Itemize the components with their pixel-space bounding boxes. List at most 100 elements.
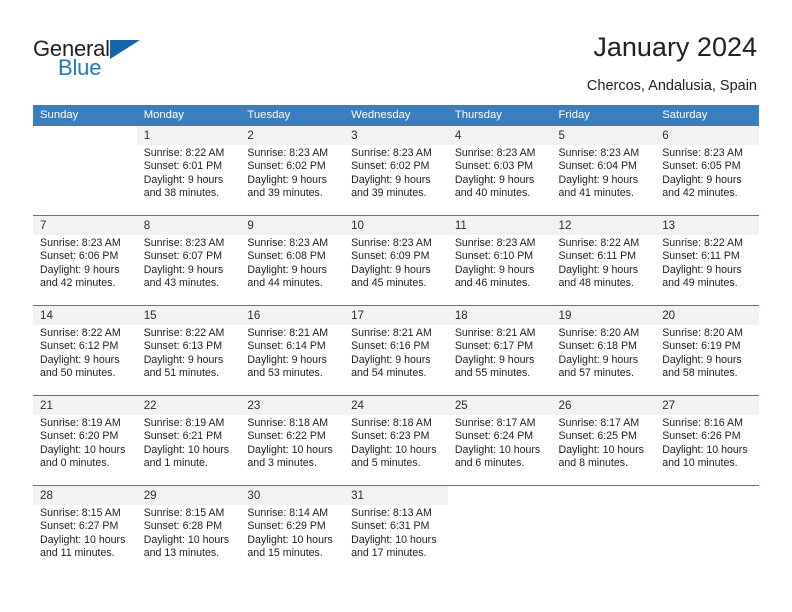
calendar-day-cell[interactable]: 31 Sunrise: 8:13 AM Sunset: 6:31 PM Dayligh… bbox=[344, 486, 448, 575]
day-details: Sunrise: 8:15 AM Sunset: 6:27 PM Daylight:… bbox=[40, 507, 137, 561]
sunset-text: Sunset: 6:02 PM bbox=[351, 160, 430, 173]
sunrise-text: Sunrise: 8:23 AM bbox=[454, 147, 536, 159]
day-details: Sunrise: 8:22 AM Sunset: 6:12 PM Daylight:… bbox=[40, 327, 137, 381]
calendar-day-cell[interactable]: 20 Sunrise: 8:20 AM Sunset: 6:19 PM Dayligh… bbox=[655, 306, 759, 395]
calendar-day-cell[interactable]: 1 Sunrise: 8:22 AM Sunset: 6:01 PM Daylight… bbox=[136, 126, 241, 215]
day-details: Sunrise: 8:19 AM Sunset: 6:21 PM Daylight:… bbox=[144, 417, 241, 471]
day-number-band bbox=[240, 126, 345, 145]
calendar-day-cell[interactable]: 10 Sunrise: 8:23 AM Sunset: 6:09 PM Dayligh… bbox=[344, 216, 448, 305]
calendar-day-cell[interactable]: 13 Sunrise: 8:22 AM Sunset: 6:11 PM Dayligh… bbox=[655, 216, 759, 305]
calendar-day-cell[interactable]: 4 Sunrise: 8:23 AM Sunset: 6:03 PM Daylight… bbox=[447, 126, 552, 215]
sunset-text: Sunset: 6:19 PM bbox=[662, 340, 741, 353]
daylight-text-line2: and 17 minutes. bbox=[351, 547, 427, 560]
calendar-day-cell[interactable]: 16 Sunrise: 8:21 AM Sunset: 6:14 PM Dayligh… bbox=[240, 306, 345, 395]
daylight-text-line2: and 49 minutes. bbox=[662, 277, 738, 290]
calendar-day-cell[interactable]: 26 Sunrise: 8:17 AM Sunset: 6:25 PM Dayligh… bbox=[551, 396, 656, 485]
weekday-header-sunday: Sunday bbox=[40, 109, 79, 121]
day-number: 18 bbox=[454, 309, 468, 322]
day-number: 3 bbox=[351, 129, 358, 142]
daylight-text-line2: and 53 minutes. bbox=[247, 367, 323, 380]
calendar-day-cell[interactable]: 27 Sunrise: 8:16 AM Sunset: 6:26 PM Dayligh… bbox=[655, 396, 759, 485]
daylight-text-line2: and 15 minutes. bbox=[247, 547, 323, 560]
calendar-day-cell[interactable]: 11 Sunrise: 8:23 AM Sunset: 6:10 PM Dayligh… bbox=[447, 216, 552, 305]
calendar-day-cell-empty bbox=[33, 126, 137, 215]
calendar-day-cell[interactable]: 2 Sunrise: 8:23 AM Sunset: 6:02 PM Daylight… bbox=[240, 126, 345, 215]
calendar-day-cell[interactable]: 7 Sunrise: 8:23 AM Sunset: 6:06 PM Daylight… bbox=[33, 216, 137, 305]
calendar-day-cell[interactable]: 8 Sunrise: 8:23 AM Sunset: 6:07 PM Daylight… bbox=[136, 216, 241, 305]
daylight-text-line1: Daylight: 9 hours bbox=[662, 353, 742, 366]
sunrise-text: Sunrise: 8:22 AM bbox=[558, 237, 640, 249]
calendar-day-cell[interactable]: 18 Sunrise: 8:21 AM Sunset: 6:17 PM Dayligh… bbox=[447, 306, 552, 395]
calendar-day-cell[interactable]: 19 Sunrise: 8:20 AM Sunset: 6:18 PM Dayligh… bbox=[551, 306, 656, 395]
calendar-day-cell[interactable]: 6 Sunrise: 8:23 AM Sunset: 6:05 PM Daylight… bbox=[655, 126, 759, 215]
sunrise-text: Sunrise: 8:18 AM bbox=[351, 417, 432, 429]
sunset-text: Sunset: 6:28 PM bbox=[143, 520, 223, 533]
calendar-day-cell[interactable]: 5 Sunrise: 8:23 AM Sunset: 6:04 PM Daylight… bbox=[551, 126, 656, 215]
daylight-text-line1: Daylight: 9 hours bbox=[558, 263, 639, 276]
sunset-text: Sunset: 6:04 PM bbox=[558, 160, 637, 173]
daylight-text-line1: Daylight: 9 hours bbox=[662, 173, 742, 186]
day-number-band bbox=[551, 486, 656, 505]
sunrise-text: Sunrise: 8:23 AM bbox=[247, 237, 329, 249]
sunset-text: Sunset: 6:17 PM bbox=[454, 340, 534, 353]
daylight-text-line2: and 5 minutes. bbox=[351, 457, 421, 470]
general-blue-logo[interactable]: General Blue bbox=[33, 36, 213, 86]
daylight-text-line1: Daylight: 9 hours bbox=[351, 263, 431, 276]
weekday-header-tuesday: Tuesday bbox=[247, 109, 291, 121]
day-number: 1 bbox=[143, 129, 151, 142]
sunset-text: Sunset: 6:09 PM bbox=[351, 250, 430, 263]
day-number: 22 bbox=[143, 399, 157, 412]
day-details: Sunrise: 8:15 AM Sunset: 6:28 PM Daylight:… bbox=[144, 507, 241, 561]
day-number: 10 bbox=[351, 219, 365, 232]
calendar-day-cell[interactable]: 12 Sunrise: 8:22 AM Sunset: 6:11 PM Dayligh… bbox=[551, 216, 656, 305]
sunrise-text: Sunrise: 8:23 AM bbox=[662, 147, 743, 159]
calendar-day-cell[interactable]: 14 Sunrise: 8:22 AM Sunset: 6:12 PM Dayligh… bbox=[33, 306, 137, 395]
daylight-text-line2: and 3 minutes. bbox=[247, 457, 317, 470]
daylight-text-line1: Daylight: 9 hours bbox=[40, 353, 120, 366]
sunrise-text: Sunrise: 8:18 AM bbox=[247, 417, 329, 429]
weekday-header-row: Sunday Monday Tuesday Wednesday Thursday… bbox=[33, 105, 759, 126]
calendar-week-row: 21 Sunrise: 8:19 AM Sunset: 6:20 PM Dayligh… bbox=[33, 395, 759, 485]
day-number: 28 bbox=[40, 489, 53, 502]
daylight-text-line2: and 46 minutes. bbox=[454, 277, 531, 290]
sunset-text: Sunset: 6:12 PM bbox=[40, 340, 119, 353]
calendar-day-cell[interactable]: 15 Sunrise: 8:22 AM Sunset: 6:13 PM Dayligh… bbox=[136, 306, 241, 395]
daylight-text-line1: Daylight: 10 hours bbox=[351, 443, 437, 456]
daylight-text-line2: and 0 minutes. bbox=[40, 457, 110, 470]
daylight-text-line1: Daylight: 10 hours bbox=[40, 533, 126, 546]
calendar-day-cell[interactable]: 24 Sunrise: 8:18 AM Sunset: 6:23 PM Dayligh… bbox=[344, 396, 448, 485]
calendar-day-cell[interactable]: 29 Sunrise: 8:15 AM Sunset: 6:28 PM Dayligh… bbox=[136, 486, 241, 575]
calendar-day-cell[interactable]: 3 Sunrise: 8:23 AM Sunset: 6:02 PM Daylight… bbox=[344, 126, 448, 215]
calendar-week-row: 28 Sunrise: 8:15 AM Sunset: 6:27 PM Dayligh… bbox=[33, 485, 759, 575]
calendar-day-cell[interactable]: 22 Sunrise: 8:19 AM Sunset: 6:21 PM Dayligh… bbox=[136, 396, 241, 485]
calendar-page: General Blue January 2024 Chercos, Andal… bbox=[0, 0, 792, 612]
daylight-text-line2: and 11 minutes. bbox=[40, 547, 115, 560]
day-details: Sunrise: 8:22 AM Sunset: 6:11 PM Daylight:… bbox=[662, 237, 759, 291]
sunrise-text: Sunrise: 8:23 AM bbox=[143, 237, 225, 249]
calendar-day-cell[interactable]: 9 Sunrise: 8:23 AM Sunset: 6:08 PM Daylight… bbox=[240, 216, 345, 305]
day-number-band bbox=[655, 126, 759, 145]
calendar-day-cell[interactable]: 21 Sunrise: 8:19 AM Sunset: 6:20 PM Dayligh… bbox=[33, 396, 137, 485]
sunset-text: Sunset: 6:22 PM bbox=[247, 430, 326, 443]
calendar-day-cell[interactable]: 23 Sunrise: 8:18 AM Sunset: 6:22 PM Dayligh… bbox=[240, 396, 345, 485]
day-details: Sunrise: 8:22 AM Sunset: 6:13 PM Daylight:… bbox=[144, 327, 241, 381]
calendar-day-cell[interactable]: 25 Sunrise: 8:17 AM Sunset: 6:24 PM Dayligh… bbox=[447, 396, 552, 485]
daylight-text-line1: Daylight: 9 hours bbox=[558, 173, 639, 186]
calendar-day-cell[interactable]: 30 Sunrise: 8:14 AM Sunset: 6:29 PM Dayligh… bbox=[240, 486, 345, 575]
calendar-day-cell[interactable]: 17 Sunrise: 8:21 AM Sunset: 6:16 PM Dayligh… bbox=[344, 306, 448, 395]
day-number-band bbox=[447, 126, 552, 145]
sunrise-text: Sunrise: 8:22 AM bbox=[143, 147, 225, 159]
daylight-text-line2: and 6 minutes. bbox=[454, 457, 525, 470]
daylight-text-line1: Daylight: 10 hours bbox=[143, 443, 230, 456]
sunrise-text: Sunrise: 8:17 AM bbox=[558, 417, 640, 429]
daylight-text-line1: Daylight: 9 hours bbox=[40, 263, 120, 276]
daylight-text-line2: and 42 minutes. bbox=[662, 187, 738, 200]
day-number: 6 bbox=[662, 129, 669, 142]
daylight-text-line1: Daylight: 10 hours bbox=[247, 533, 333, 546]
day-details: Sunrise: 8:21 AM Sunset: 6:17 PM Daylight:… bbox=[455, 327, 552, 381]
day-number-band bbox=[33, 126, 137, 145]
sunrise-text: Sunrise: 8:15 AM bbox=[40, 507, 121, 519]
calendar-day-cell[interactable]: 28 Sunrise: 8:15 AM Sunset: 6:27 PM Dayligh… bbox=[33, 486, 137, 575]
day-number: 9 bbox=[247, 219, 254, 232]
day-number: 26 bbox=[558, 399, 572, 412]
